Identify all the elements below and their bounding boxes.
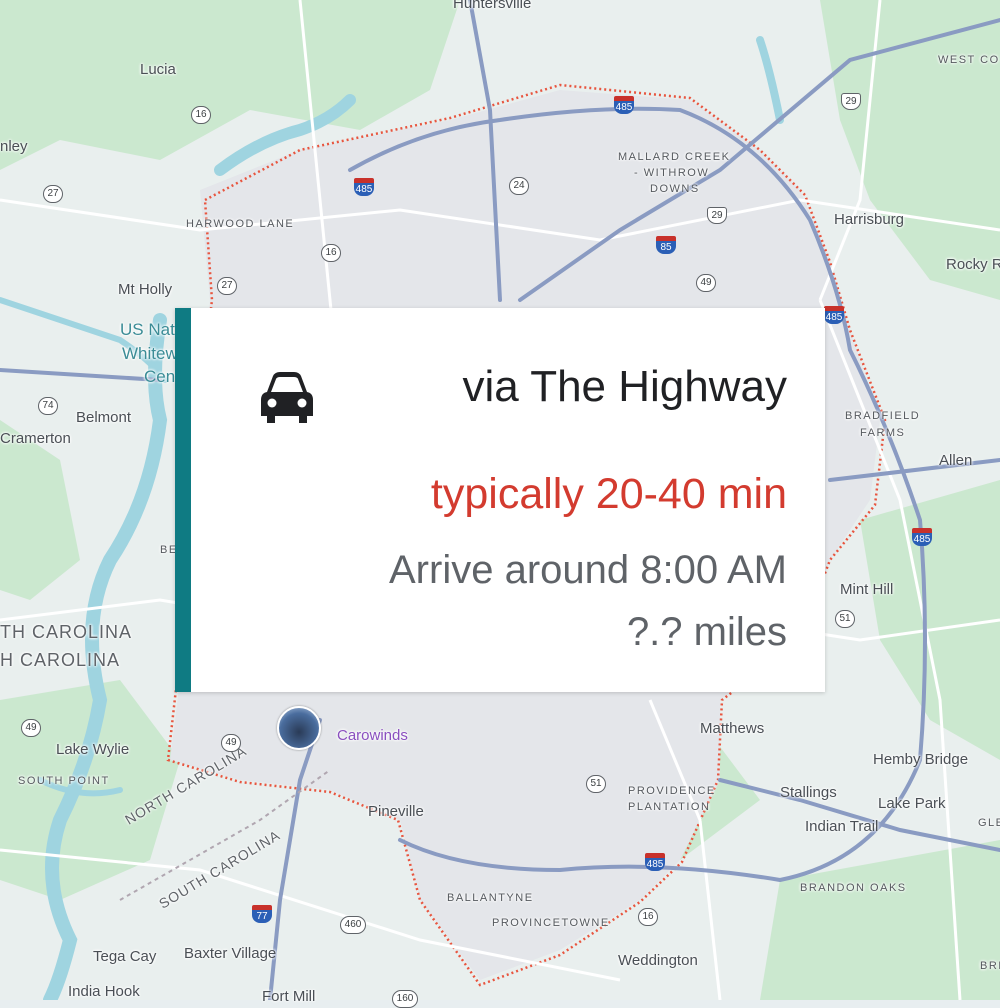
interstate-485-shield-southeast: 485 <box>912 528 932 546</box>
route-51-shield-east: 51 <box>835 610 855 628</box>
interstate-485-shield-east: 485 <box>824 306 844 324</box>
state-label-sc-left: H CAROLINA <box>0 650 121 670</box>
place-cramerton[interactable]: Cramerton <box>0 430 71 447</box>
place-baxter-village[interactable]: Baxter Village <box>184 945 276 962</box>
place-gle[interactable]: GLE <box>978 815 1000 831</box>
place-pineville[interactable]: Pineville <box>368 803 424 820</box>
place-lake-park[interactable]: Lake Park <box>878 795 946 812</box>
neighborhood-providence-line1[interactable]: PROVIDENCE <box>628 783 716 799</box>
place-bri[interactable]: BRI <box>980 958 1000 974</box>
interstate-85-shield: 85 <box>656 236 676 254</box>
park-label-line3[interactable]: Cen <box>144 367 175 387</box>
interstate-485-shield-north: 485 <box>614 96 634 114</box>
interstate-485-shield-south: 485 <box>645 853 665 871</box>
travel-duration: typically 20-40 min <box>430 470 787 518</box>
state-label-nc-left: TH CAROLINA <box>0 622 133 642</box>
route-title: via The Highway <box>462 362 787 411</box>
route-49-shield-northeast: 49 <box>696 274 716 292</box>
interstate-485-shield-northwest: 485 <box>354 178 374 196</box>
place-west-co[interactable]: WEST CO <box>938 52 1000 68</box>
place-harrisburg[interactable]: Harrisburg <box>834 211 904 228</box>
neighborhood-mallard-creek-line3[interactable]: DOWNS <box>650 181 700 197</box>
place-mint-hill[interactable]: Mint Hill <box>840 581 893 598</box>
interstate-77-shield: 77 <box>252 905 272 923</box>
route-160-shield: 160 <box>392 990 418 1008</box>
place-stanley[interactable]: nley <box>0 138 28 155</box>
place-huntersville[interactable]: Huntersville <box>453 0 531 12</box>
place-allen[interactable]: Allen <box>939 452 972 469</box>
route-16-shield-mid: 16 <box>321 244 341 262</box>
route-51-shield-south: 51 <box>586 775 606 793</box>
route-16-shield-south: 16 <box>638 908 658 926</box>
place-belmont[interactable]: Belmont <box>76 409 131 426</box>
place-mt-holly[interactable]: Mt Holly <box>118 281 172 298</box>
park-label-line1[interactable]: US Nat <box>120 320 175 340</box>
car-icon <box>261 372 313 423</box>
route-460-shield: 460 <box>340 916 366 934</box>
card-accent-bar <box>175 308 191 692</box>
us-29-shield: 29 <box>707 207 727 224</box>
park-label-line2[interactable]: Whitew <box>122 344 178 364</box>
neighborhood-mallard-creek-line2[interactable]: - WITHROW <box>634 165 709 181</box>
place-lucia[interactable]: Lucia <box>140 61 176 78</box>
arrival-time: Arrive around 8:00 AM <box>389 548 787 592</box>
neighborhood-bradfield-line2[interactable]: FARMS <box>860 425 905 441</box>
poi-carowinds[interactable]: Carowinds <box>337 727 408 744</box>
place-fort-mill[interactable]: Fort Mill <box>262 988 315 1005</box>
place-india-hook[interactable]: India Hook <box>68 983 140 1000</box>
place-rocky-river[interactable]: Rocky R <box>946 256 1000 273</box>
neighborhood-harwood-lane[interactable]: HARWOOD LANE <box>186 216 294 232</box>
route-16-shield-northwest: 16 <box>191 106 211 124</box>
place-matthews[interactable]: Matthews <box>700 720 764 737</box>
route-27-shield-west: 27 <box>43 185 63 203</box>
place-tega-cay[interactable]: Tega Cay <box>93 948 156 965</box>
route-27-shield-mid: 27 <box>217 277 237 295</box>
neighborhood-bradfield-line1[interactable]: BRADFIELD <box>845 408 920 424</box>
place-hemby-bridge[interactable]: Hemby Bridge <box>873 751 968 768</box>
place-indian-trail[interactable]: Indian Trail <box>805 818 878 835</box>
place-stallings[interactable]: Stallings <box>780 784 837 801</box>
neighborhood-provincetowne[interactable]: PROVINCETOWNE <box>492 915 610 931</box>
neighborhood-south-point[interactable]: SOUTH POINT <box>18 773 110 789</box>
neighborhood-providence-line2[interactable]: PLANTATION <box>628 799 710 815</box>
neighborhood-ballantyne[interactable]: BALLANTYNE <box>447 890 534 906</box>
place-weddington[interactable]: Weddington <box>618 952 698 969</box>
neighborhood-mallard-creek-line1[interactable]: MALLARD CREEK <box>618 149 730 165</box>
neighborhood-brandon-oaks[interactable]: BRANDON OAKS <box>800 880 907 896</box>
route-info-card[interactable]: via The Highway typically 20-40 min Arri… <box>175 308 825 692</box>
route-49-shield-mid: 49 <box>221 734 241 752</box>
carowinds-poi-icon[interactable] <box>277 706 321 750</box>
route-74-shield: 74 <box>38 397 58 415</box>
route-49-shield-southwest: 49 <box>21 719 41 737</box>
us-29-shield-northeast: 29 <box>841 93 861 110</box>
place-lake-wylie[interactable]: Lake Wylie <box>56 741 129 758</box>
route-distance: ?.? miles <box>626 610 787 654</box>
route-24-shield: 24 <box>509 177 529 195</box>
